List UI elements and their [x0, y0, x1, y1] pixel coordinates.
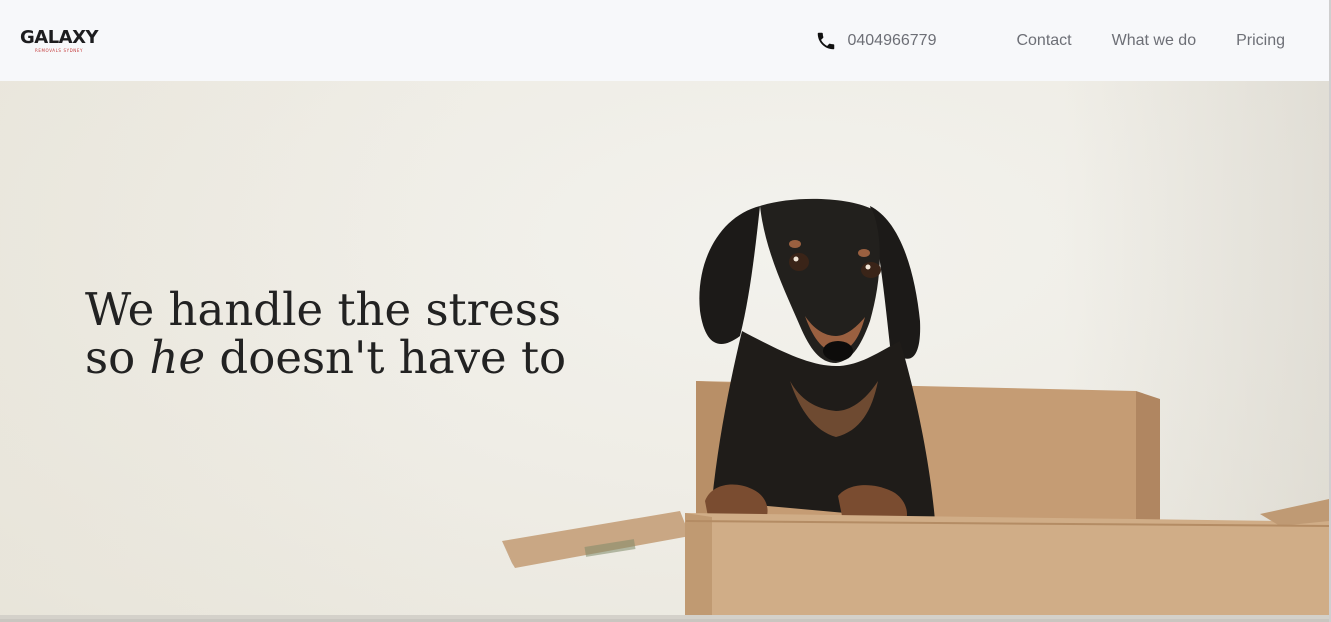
hero-headline-line2: so he doesn't have to [85, 334, 566, 382]
hero-headline-prefix: so [85, 331, 150, 384]
galaxy-logo[interactable]: GALAXY REMOVALS SYDNEY [20, 26, 99, 53]
site-header: GALAXY REMOVALS SYDNEY 0404966779 Contac… [0, 0, 1329, 81]
nav-link-what-we-do[interactable]: What we do [1112, 32, 1196, 50]
hero-headline-emphasis: he [149, 331, 206, 384]
hero-headline-line1: We handle the stress [85, 283, 561, 336]
hero-headline: We handle the stress so he doesn't have … [85, 286, 566, 382]
hero-headline-suffix: doesn't have to [205, 331, 567, 384]
phone-icon [818, 32, 835, 49]
dog [699, 198, 935, 542]
phone-link[interactable]: 0404966779 [815, 30, 936, 52]
page: GALAXY REMOVALS SYDNEY 0404966779 Contac… [0, 0, 1331, 622]
main-nav: 0404966779 Contact What we do Pricing [815, 30, 1285, 52]
logo-wordmark: GALAXY [20, 26, 99, 48]
nav-link-contact[interactable]: Contact [1016, 32, 1071, 50]
phone-number: 0404966779 [847, 31, 937, 49]
nav-link-pricing[interactable]: Pricing [1236, 32, 1285, 50]
hero-section: We handle the stress so he doesn't have … [0, 81, 1329, 619]
logo-tagline: REMOVALS SYDNEY [34, 47, 84, 53]
